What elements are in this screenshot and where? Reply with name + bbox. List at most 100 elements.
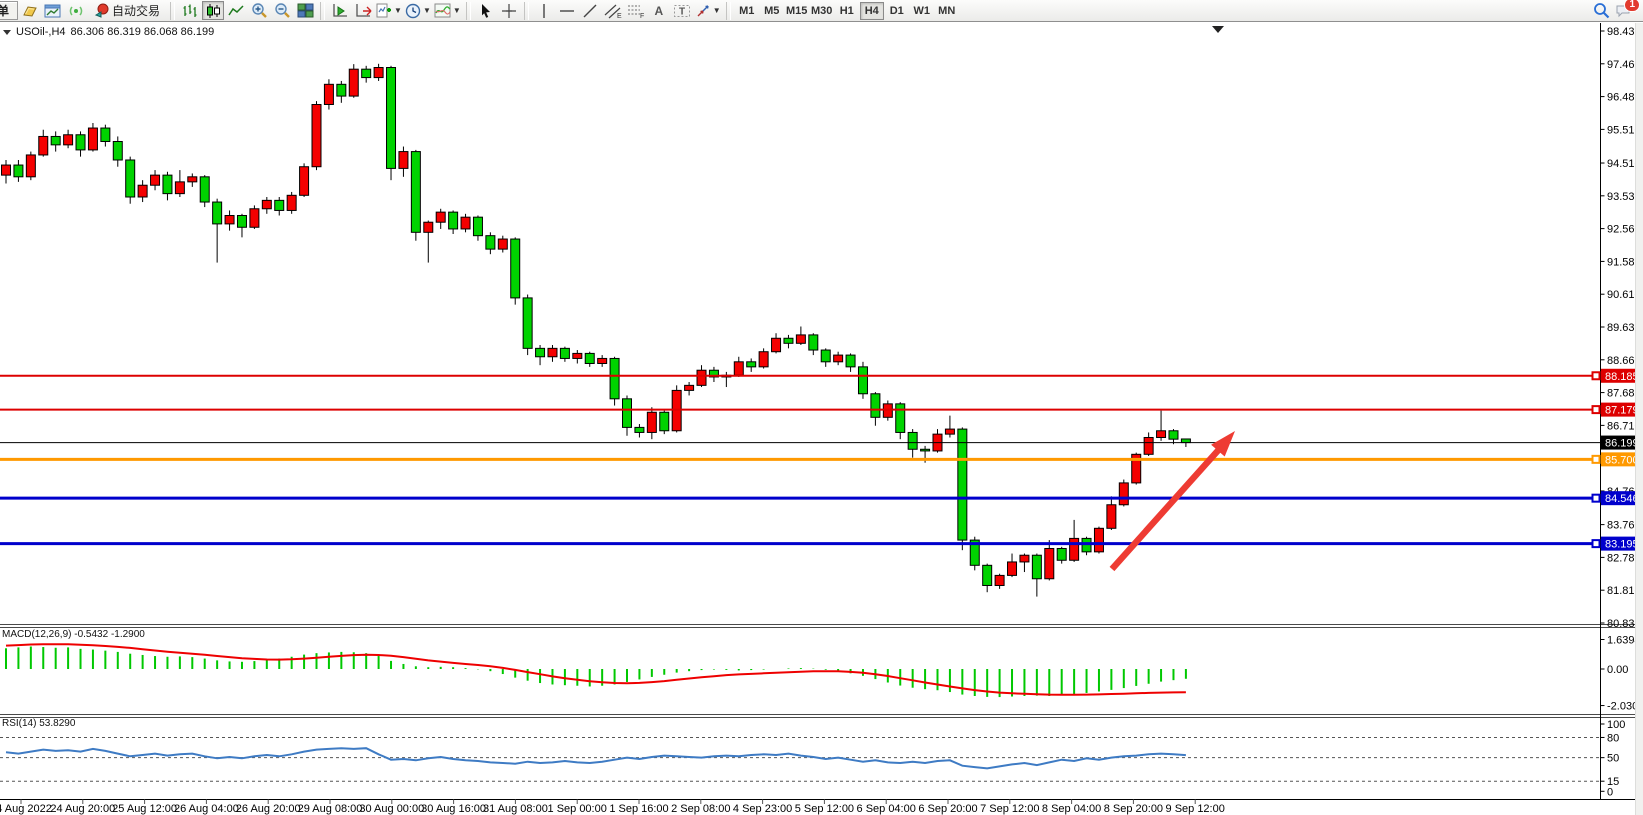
chart-window-icon: [44, 3, 62, 19]
bar-chart-type-button[interactable]: [179, 1, 201, 20]
text-tool-icon: A: [654, 4, 663, 18]
level-price-label: 88.185: [1605, 371, 1639, 383]
level-price-label: 87.179: [1605, 405, 1639, 417]
zoom-out-button[interactable]: [271, 1, 293, 20]
timeframe-button-mn[interactable]: MN: [935, 2, 959, 20]
candle-body: [784, 338, 793, 343]
line-chart-icon: [228, 3, 244, 19]
periods-button[interactable]: ▼: [404, 1, 432, 20]
level-marker[interactable]: [1593, 495, 1600, 502]
level-marker[interactable]: [1593, 456, 1600, 463]
candle-body: [1032, 555, 1041, 579]
timeframe-button-m1[interactable]: M1: [735, 2, 759, 20]
search-icon: [1593, 2, 1610, 19]
candle-body: [536, 348, 545, 356]
fibonacci-icon: F: [627, 3, 645, 19]
candle-body: [200, 177, 209, 202]
rsi-axis-tick: 50: [1607, 753, 1619, 765]
fibonacci-tool-button[interactable]: F: [625, 1, 647, 20]
candle-body: [1020, 555, 1029, 562]
candle-body: [436, 212, 445, 222]
dropdown-caret-icon[interactable]: ▼: [423, 7, 431, 15]
gold-order-icon[interactable]: [19, 1, 41, 20]
candle-body: [1169, 431, 1178, 439]
chart-shift-button[interactable]: [352, 1, 374, 20]
macd-name: MACD(12,26,9): [2, 629, 71, 640]
candle-body: [821, 350, 830, 362]
horizontal-line-icon: [559, 5, 575, 17]
tile-windows-icon: [297, 3, 314, 18]
cursor-tool-button[interactable]: [475, 1, 497, 20]
time-axis-label: 30 Aug 00:00: [359, 803, 424, 815]
candle-body: [809, 335, 818, 350]
candle-body: [387, 67, 396, 168]
bid-price-label: 86.199: [1605, 438, 1639, 450]
tile-windows-button[interactable]: [294, 1, 316, 20]
notifications-button[interactable]: 1: [1613, 1, 1635, 20]
dropdown-caret-icon[interactable]: ▼: [394, 7, 402, 15]
timeframe-button-h1[interactable]: H1: [835, 2, 859, 20]
timeframe-button-d1[interactable]: D1: [885, 2, 909, 20]
time-axis-label: 24 Aug 2022: [0, 803, 52, 815]
signal-icon: [67, 3, 85, 19]
zoom-in-button[interactable]: [248, 1, 270, 20]
time-axis-label: 25 Aug 12:00: [112, 803, 177, 815]
timeframe-button-m5[interactable]: M5: [760, 2, 784, 20]
crosshair-tool-button[interactable]: [498, 1, 520, 20]
dropdown-caret-icon[interactable]: ▼: [713, 7, 721, 15]
candle-body: [424, 222, 433, 232]
rsi-label: RSI(14) 53.8290: [2, 718, 75, 729]
dropdown-caret-icon[interactable]: ▼: [453, 7, 461, 15]
candlestick-chart-type-button[interactable]: [202, 1, 224, 20]
text-tool-button[interactable]: A: [648, 1, 670, 20]
horizontal-line-tool-button[interactable]: [556, 1, 578, 20]
level-marker[interactable]: [1593, 372, 1600, 379]
candle-body: [548, 348, 557, 356]
new-order-button[interactable]: 订单: [0, 1, 18, 20]
add-indicator-icon: [376, 3, 392, 19]
clock-icon: [405, 3, 421, 19]
signals-button[interactable]: [65, 1, 87, 20]
candle-body: [2, 165, 11, 175]
chart-menu-icon[interactable]: [3, 30, 11, 35]
chart-canvas[interactable]: 98.43597.46096.48595.51094.51093.53592.5…: [0, 23, 1643, 815]
level-marker[interactable]: [1593, 406, 1600, 413]
candle-body: [449, 212, 458, 229]
trendline-tool-button[interactable]: [579, 1, 601, 20]
candle-body: [237, 215, 246, 227]
level-price-label: 84.546: [1605, 493, 1639, 505]
gold-ingot-icon: [21, 3, 39, 19]
text-label-icon: T: [673, 3, 691, 19]
candle-body: [324, 84, 333, 104]
candle-body: [250, 209, 259, 227]
level-marker[interactable]: [1593, 540, 1600, 547]
timeframe-button-m15[interactable]: M15: [785, 2, 809, 20]
vertical-line-tool-button[interactable]: [533, 1, 555, 20]
candle-body: [26, 155, 35, 177]
candle-body: [1144, 437, 1153, 454]
line-chart-type-button[interactable]: [225, 1, 247, 20]
equidistant-channel-icon: E: [604, 3, 622, 19]
timeframe-button-m30[interactable]: M30: [810, 2, 834, 20]
candle-body: [635, 427, 644, 432]
templates-button[interactable]: ▼: [433, 1, 462, 20]
candle-body: [573, 353, 582, 358]
autotrade-button[interactable]: 自动交易: [88, 1, 166, 20]
open-chart-button[interactable]: [42, 1, 64, 20]
indicators-button[interactable]: ▼: [375, 1, 403, 20]
arrows-tool-button[interactable]: ▼: [694, 1, 722, 20]
main-toolbar: 订单 自动交易: [0, 0, 1643, 22]
text-label-tool-button[interactable]: T: [671, 1, 693, 20]
candle-body: [188, 177, 197, 182]
auto-scroll-button[interactable]: [329, 1, 351, 20]
timeframe-button-w1[interactable]: W1: [910, 2, 934, 20]
svg-text:E: E: [617, 13, 622, 19]
search-button[interactable]: [1590, 1, 1612, 20]
timeframe-button-h4[interactable]: H4: [860, 2, 884, 20]
toolbar-separator: [170, 2, 175, 20]
candle-body: [126, 160, 135, 197]
rsi-axis-tick: 0: [1607, 786, 1613, 798]
channel-tool-button[interactable]: E: [602, 1, 624, 20]
candle-body: [1008, 562, 1017, 575]
candle-body: [511, 239, 520, 298]
